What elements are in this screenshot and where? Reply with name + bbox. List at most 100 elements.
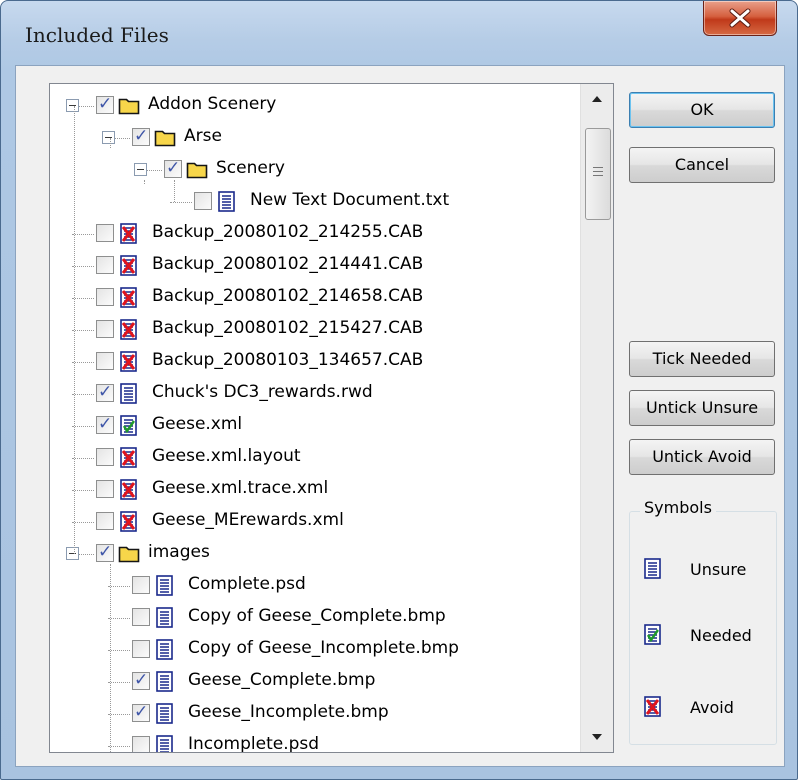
tree-checkbox[interactable] — [96, 480, 114, 498]
avoid-doc-icon — [118, 255, 140, 276]
window-title: Included Files — [25, 23, 169, 47]
tree-checkbox[interactable] — [132, 126, 150, 146]
tree-row[interactable]: Addon Scenery — [50, 90, 580, 122]
close-button[interactable] — [703, 1, 777, 36]
tree-checkbox[interactable] — [96, 352, 114, 370]
symbols-legend: Symbols Unsure Needed Avoid — [629, 498, 777, 745]
tree-checkbox[interactable] — [96, 414, 114, 434]
tree-checkbox[interactable] — [132, 670, 150, 690]
tree-connector — [108, 650, 130, 651]
tree-connector — [72, 522, 94, 523]
tree-connector — [108, 714, 130, 715]
folder-icon — [118, 543, 140, 564]
tree-checkbox[interactable] — [96, 542, 114, 562]
tree-item-label: New Text Document.txt — [250, 190, 450, 210]
tree-checkbox[interactable] — [164, 158, 182, 178]
tree-connector — [72, 234, 94, 235]
tree-connector — [72, 394, 94, 395]
tree-item-label: Geese.xml — [152, 414, 243, 434]
tree-row[interactable]: Geese.xml.trace.xml — [50, 474, 580, 506]
tree-item-label: Copy of Geese_Incomplete.bmp — [188, 638, 459, 658]
collapse-toggle-icon[interactable] — [134, 163, 147, 176]
title-bar[interactable]: Included Files — [1, 1, 797, 65]
tree-checkbox[interactable] — [194, 192, 212, 210]
scroll-thumb[interactable] — [585, 128, 611, 220]
tree-row[interactable]: Backup_20080102_215427.CAB — [50, 314, 580, 346]
tree-row[interactable]: Geese.xml — [50, 410, 580, 442]
tree-guide-line — [74, 106, 75, 554]
tree-item-label: Scenery — [216, 158, 285, 178]
unsure-doc-icon — [118, 383, 140, 404]
scroll-up-arrow[interactable] — [581, 84, 613, 114]
tree-connector — [108, 618, 130, 619]
tree-checkbox[interactable] — [96, 224, 114, 242]
tree-checkbox[interactable] — [132, 736, 150, 752]
legend-avoid-label: Avoid — [690, 698, 734, 717]
tree-checkbox[interactable] — [132, 576, 150, 594]
tree-row[interactable]: Chuck's DC3_rewards.rwd — [50, 378, 580, 410]
tree-row[interactable]: Backup_20080102_214658.CAB — [50, 282, 580, 314]
cancel-button[interactable]: Cancel — [629, 147, 775, 183]
tree-checkbox[interactable] — [96, 256, 114, 274]
untick-avoid-button[interactable]: Untick Avoid — [629, 439, 775, 475]
tree-row[interactable]: Scenery — [50, 154, 580, 186]
avoid-doc-icon — [118, 447, 140, 468]
tree-item-label: Copy of Geese_Complete.bmp — [188, 606, 446, 626]
tree-row[interactable]: Copy of Geese_Incomplete.bmp — [50, 634, 580, 666]
tree-row[interactable]: Geese_Incomplete.bmp — [50, 698, 580, 730]
tree-row[interactable]: Copy of Geese_Complete.bmp — [50, 602, 580, 634]
tree-checkbox[interactable] — [96, 320, 114, 338]
legend-unsure-label: Unsure — [690, 560, 747, 579]
tree-checkbox[interactable] — [96, 448, 114, 466]
tree-item-label: Backup_20080102_215427.CAB — [152, 318, 424, 338]
tree-checkbox[interactable] — [132, 608, 150, 626]
tree-row[interactable]: Geese_Complete.bmp — [50, 666, 580, 698]
tree-connector — [108, 746, 130, 747]
tree-item-label: Geese.xml.trace.xml — [152, 478, 329, 498]
tree-connector — [108, 682, 130, 683]
unsure-doc-icon — [216, 191, 238, 212]
tree-row[interactable]: New Text Document.txt — [50, 186, 580, 218]
tree-row[interactable]: Backup_20080102_214441.CAB — [50, 250, 580, 282]
symbols-title: Symbols — [640, 498, 716, 517]
tree-item-label: Arse — [184, 126, 222, 146]
tree-row[interactable]: Geese_MErewards.xml — [50, 506, 580, 538]
tree-item-label: Geese_Incomplete.bmp — [188, 702, 389, 722]
file-tree[interactable]: Addon Scenery Arse Scenery New Text Documen… — [49, 83, 614, 753]
tree-item-label: Addon Scenery — [148, 94, 277, 114]
tree-item-label: Geese_Complete.bmp — [188, 670, 376, 690]
tree-checkbox[interactable] — [96, 288, 114, 306]
tree-connector — [170, 202, 192, 203]
collapse-toggle-icon[interactable] — [66, 547, 79, 560]
folder-icon — [118, 95, 140, 116]
tree-checkbox[interactable] — [132, 702, 150, 722]
tree-row[interactable]: Backup_20080103_134657.CAB — [50, 346, 580, 378]
tree-guide-line — [144, 180, 145, 184]
tree-guide-line — [110, 564, 111, 752]
tree-item-label: Backup_20080102_214441.CAB — [152, 254, 424, 274]
tree-scrollbar[interactable] — [580, 84, 613, 752]
tree-row[interactable]: Complete.psd — [50, 570, 580, 602]
folder-icon — [154, 127, 176, 148]
collapse-toggle-icon[interactable] — [102, 131, 115, 144]
untick-unsure-button[interactable]: Untick Unsure — [629, 390, 775, 426]
collapse-toggle-icon[interactable] — [66, 99, 79, 112]
tree-row[interactable]: images — [50, 538, 580, 570]
tree-checkbox[interactable] — [96, 382, 114, 402]
tree-checkbox[interactable] — [96, 512, 114, 530]
tree-checkbox[interactable] — [132, 640, 150, 658]
tree-connector — [72, 426, 94, 427]
unsure-doc-icon — [642, 558, 664, 579]
tree-item-label: Complete.psd — [188, 574, 306, 594]
scroll-down-arrow[interactable] — [581, 722, 613, 752]
tree-row[interactable]: Backup_20080102_214255.CAB — [50, 218, 580, 250]
tree-row[interactable]: Incomplete.psd — [50, 730, 580, 752]
tree-row[interactable]: Geese.xml.layout — [50, 442, 580, 474]
unsure-doc-icon — [154, 575, 176, 596]
tree-item-label: Geese_MErewards.xml — [152, 510, 344, 530]
tick-needed-button[interactable]: Tick Needed — [629, 341, 775, 377]
ok-button[interactable]: OK — [629, 92, 775, 128]
legend-unsure: Unsure — [630, 556, 776, 586]
tree-checkbox[interactable] — [96, 94, 114, 114]
tree-row[interactable]: Arse — [50, 122, 580, 154]
